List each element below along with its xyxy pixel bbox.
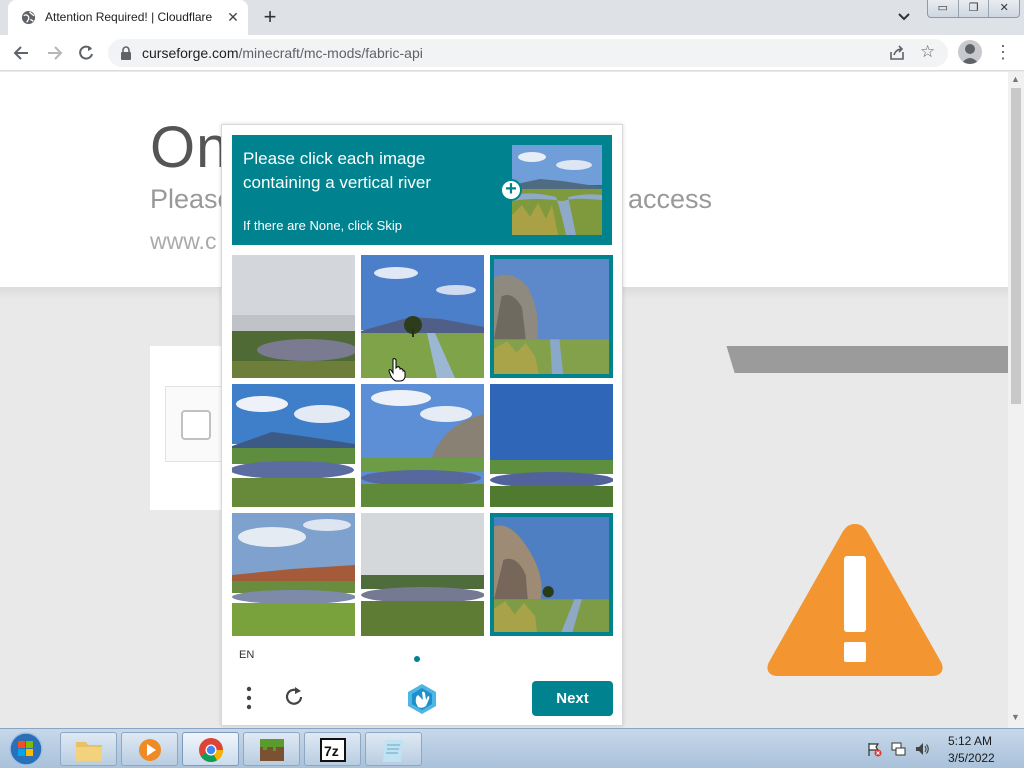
divider-bar xyxy=(600,346,1008,373)
reload-icon[interactable] xyxy=(76,43,96,63)
clock-time[interactable]: 5:12 AM xyxy=(948,734,992,748)
prompt-instruction: Please click each image containing a ver… xyxy=(243,149,432,192)
minimize-button[interactable]: ▭ xyxy=(928,0,959,17)
menu-icon[interactable]: ⋮ xyxy=(994,41,1012,63)
folder-icon xyxy=(76,742,102,761)
more-options-icon[interactable] xyxy=(244,685,254,711)
grid-tile-2[interactable] xyxy=(361,255,484,378)
example-image[interactable] xyxy=(512,145,602,235)
close-window-button[interactable]: ✕ xyxy=(989,0,1019,17)
language-selector[interactable]: EN xyxy=(239,649,254,661)
share-icon[interactable] xyxy=(888,44,906,62)
network-icon[interactable] xyxy=(890,741,906,757)
svg-text:7z: 7z xyxy=(324,743,339,759)
browser-toolbar: curseforge.com/minecraft/mc-mods/fabric-… xyxy=(0,35,1024,71)
url-text[interactable]: curseforge.com/minecraft/mc-mods/fabric-… xyxy=(142,45,423,61)
taskbar-7zip[interactable]: 7z xyxy=(304,732,361,766)
chrome-icon xyxy=(199,738,223,763)
page-indicator xyxy=(414,656,420,662)
action-center-flag-icon[interactable] xyxy=(866,741,882,757)
taskbar-media-player[interactable] xyxy=(121,732,178,766)
lock-icon[interactable] xyxy=(120,46,132,60)
system-tray: 5:12 AM 3/5/2022 xyxy=(862,729,1022,768)
tab-strip: Attention Required! | Cloudflare ✕ + ▭ ❐… xyxy=(0,0,1024,35)
grid-tile-8[interactable] xyxy=(361,513,484,636)
refresh-icon[interactable] xyxy=(282,685,306,709)
next-button[interactable]: Next xyxy=(532,681,613,716)
grid-tile-1[interactable] xyxy=(232,255,355,378)
globe-icon xyxy=(21,10,36,25)
profile-icon[interactable] xyxy=(958,40,982,64)
scroll-thumb[interactable] xyxy=(1011,88,1021,404)
close-tab-icon[interactable]: ✕ xyxy=(224,8,242,26)
grid-tile-4[interactable] xyxy=(232,384,355,507)
media-player-icon xyxy=(139,739,161,761)
tab-title: Attention Required! | Cloudflare xyxy=(45,10,213,24)
address-bar[interactable]: curseforge.com/minecraft/mc-mods/fabric-… xyxy=(108,39,948,67)
start-orb-icon[interactable] xyxy=(4,731,48,767)
url-path: /minecraft/mc-mods/fabric-api xyxy=(238,45,423,61)
new-tab-button[interactable]: + xyxy=(258,6,282,28)
notepad-icon xyxy=(383,740,403,762)
window-controls: ▭ ❐ ✕ xyxy=(927,0,1020,18)
captcha-challenge: Please click each image containing a ver… xyxy=(221,124,623,726)
grid-tile-5[interactable] xyxy=(361,384,484,507)
warning-icon xyxy=(767,524,943,676)
forward-icon[interactable] xyxy=(44,43,64,63)
page-domain: www.c xyxy=(150,228,217,254)
hand-cursor-icon xyxy=(388,358,406,382)
browser-tab[interactable]: Attention Required! | Cloudflare ✕ xyxy=(8,0,248,35)
back-icon[interactable] xyxy=(12,43,32,63)
grid-tile-9[interactable] xyxy=(490,513,613,636)
minecraft-icon xyxy=(260,739,284,761)
image-grid xyxy=(232,255,613,636)
star-icon[interactable]: ☆ xyxy=(920,42,935,62)
restore-button[interactable]: ❐ xyxy=(959,0,990,17)
taskbar-chrome[interactable] xyxy=(182,732,239,766)
skip-hint: If there are None, click Skip xyxy=(243,218,402,233)
taskbar-notepad[interactable] xyxy=(365,732,422,766)
7zip-icon: 7z xyxy=(320,738,346,762)
page-subtitle-end: access xyxy=(628,184,713,214)
taskbar-minecraft[interactable] xyxy=(243,732,300,766)
hcaptcha-logo-icon xyxy=(408,684,436,714)
grid-tile-3[interactable] xyxy=(490,255,613,378)
taskbar-explorer[interactable] xyxy=(60,732,117,766)
volume-icon[interactable] xyxy=(914,741,930,757)
page-scrollbar[interactable]: ▲ ▼ xyxy=(1008,72,1024,728)
clock-date[interactable]: 3/5/2022 xyxy=(948,751,995,765)
chevron-down-icon[interactable] xyxy=(894,8,914,26)
expand-example-button[interactable]: + xyxy=(500,179,522,201)
verify-checkbox[interactable] xyxy=(181,410,211,440)
grid-tile-6[interactable] xyxy=(490,384,613,507)
grid-tile-7[interactable] xyxy=(232,513,355,636)
taskbar: 7z 5:12 AM 3/5/2022 xyxy=(0,728,1024,768)
url-host: curseforge.com xyxy=(142,45,239,61)
page-heading: On xyxy=(150,115,230,180)
challenge-prompt: Please click each image containing a ver… xyxy=(232,135,612,245)
scroll-up-arrow[interactable]: ▲ xyxy=(1011,74,1020,84)
scroll-down-arrow[interactable]: ▼ xyxy=(1011,712,1020,722)
